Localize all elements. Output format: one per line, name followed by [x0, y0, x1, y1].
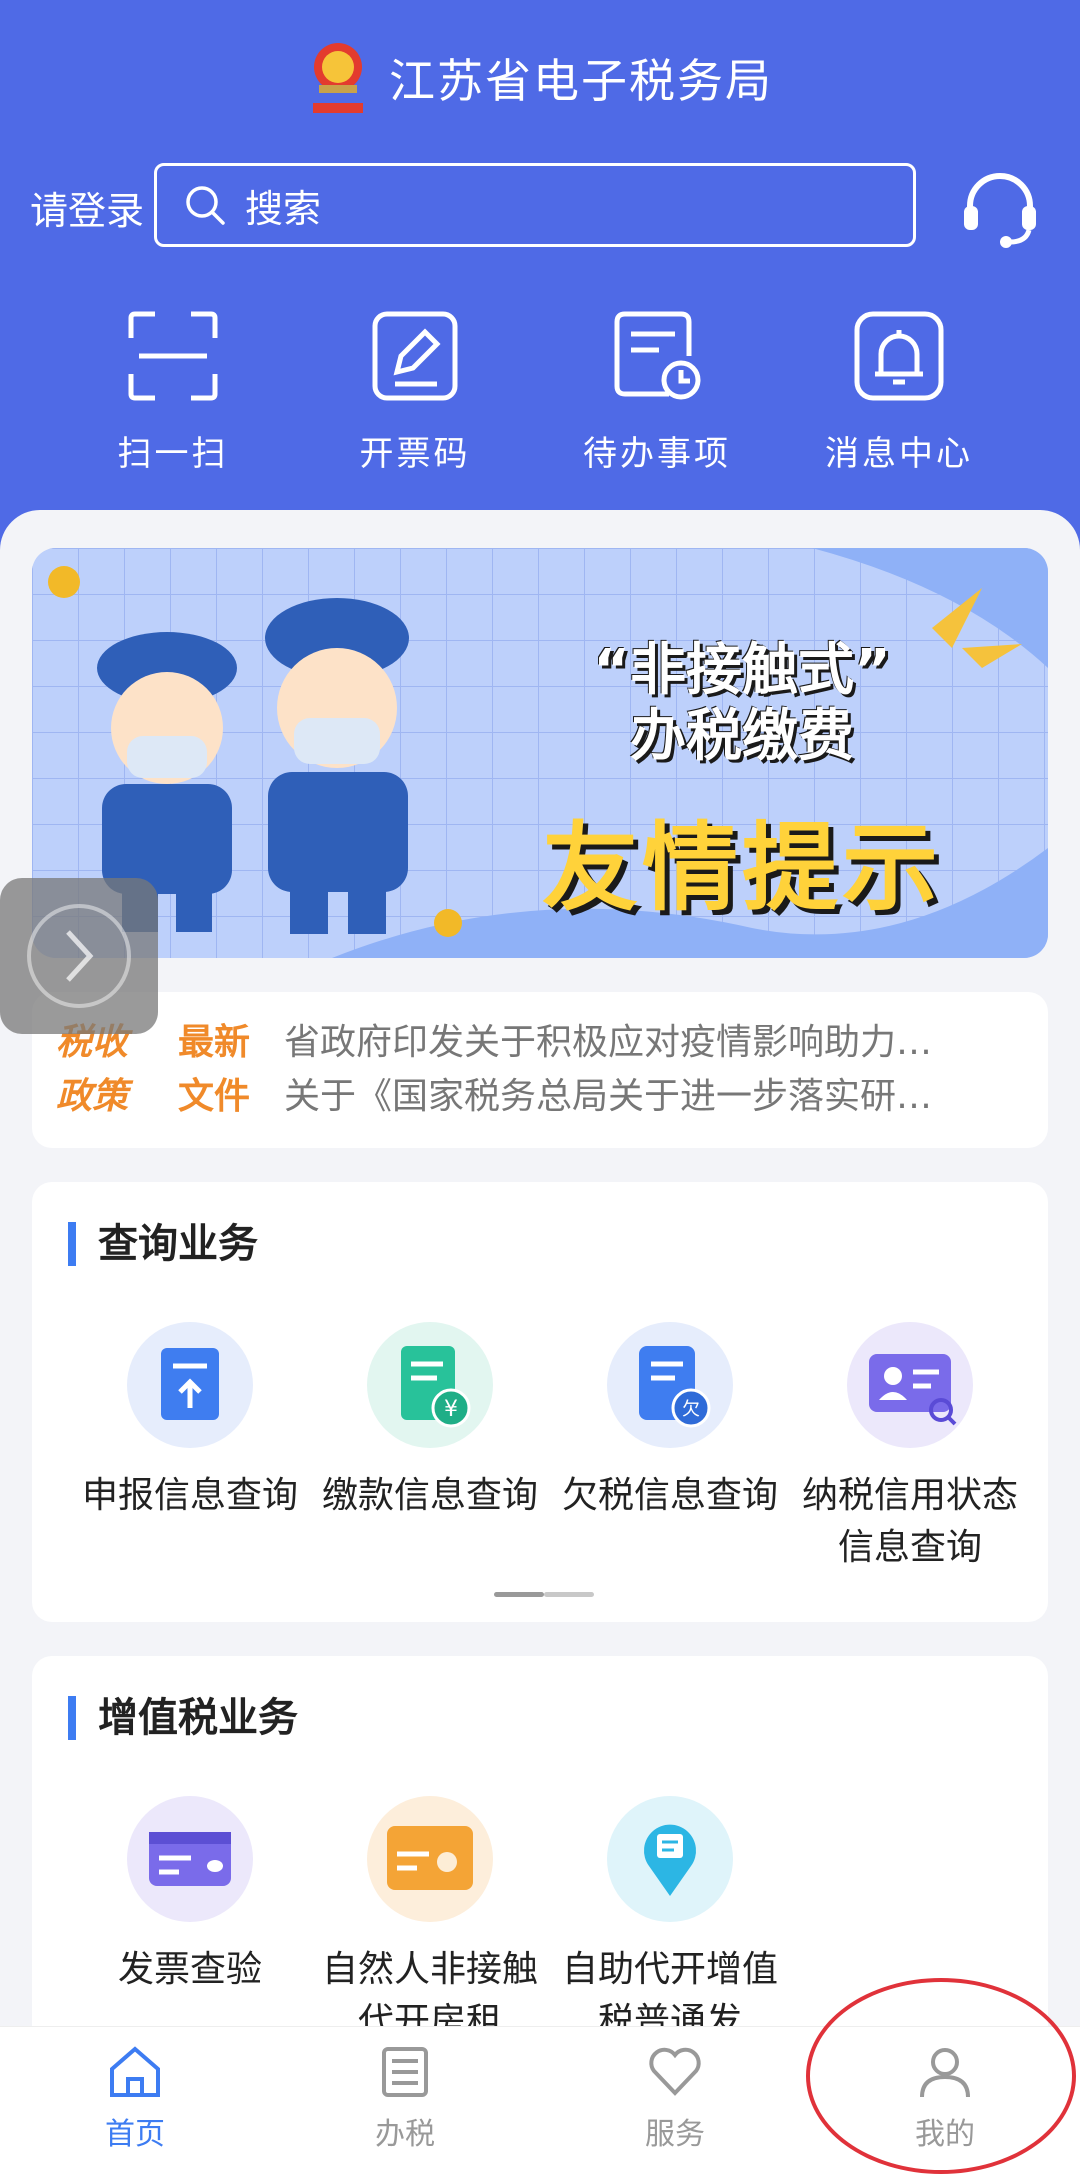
arrears-query-icon: 欠 — [607, 1322, 733, 1448]
invoice-check-icon — [127, 1796, 253, 1922]
section-title: 查询业务 — [68, 1222, 258, 1266]
news-item[interactable]: 关于《国家税务总局关于进一步落实研… — [284, 1070, 1024, 1124]
latest-files-tag: 最新 文件 — [178, 1022, 251, 1117]
query-grid: 申报信息查询 ¥ 缴款信息查询 欠 欠税信息查询 纳税信用状态信息查询 — [32, 1322, 1048, 1574]
query-item-label: 欠税信息查询 — [562, 1475, 779, 1516]
banner-text: “非接触式” 办税缴费 友情提示 — [482, 638, 1002, 929]
vat-item-self-invoice[interactable]: 自助代开增值税普通发 — [550, 1796, 790, 2048]
vat-item-label: 发票查验 — [117, 1949, 262, 1990]
search-icon — [186, 186, 225, 225]
quick-action-messages[interactable]: 消息中心 — [778, 300, 1020, 475]
main-content: “非接触式” 办税缴费 友情提示 税收 政策 最新 文件 省政府印发关于积极应对… — [0, 510, 1080, 2056]
customer-service-icon[interactable] — [960, 168, 1040, 248]
promo-banner[interactable]: “非接触式” 办税缴费 友情提示 — [32, 548, 1048, 958]
news-list: 省政府印发关于积极应对疫情影响助力… 关于《国家税务总局关于进一步落实研… — [284, 1016, 1024, 1124]
rent-invoice-icon — [367, 1796, 493, 1922]
title-row: 江苏省电子税务局 — [0, 38, 1080, 118]
login-link[interactable]: 请登录 — [30, 180, 144, 235]
scan-icon — [125, 308, 221, 404]
query-item-credit[interactable]: 纳税信用状态信息查询 — [790, 1322, 1030, 1574]
quick-actions: 扫一扫 开票码 待办事项 消息中心 — [0, 300, 1080, 475]
query-item-label: 纳税信用状态信息查询 — [802, 1475, 1019, 1568]
home-icon — [106, 2043, 164, 2101]
todo-clock-icon — [609, 308, 705, 404]
page-indicator — [494, 1582, 598, 1597]
quick-action-label: 待办事项 — [583, 434, 731, 474]
tab-label: 办税 — [375, 2117, 435, 2152]
quick-action-invoice-code[interactable]: 开票码 — [294, 300, 536, 475]
svg-text:¥: ¥ — [444, 1397, 458, 1422]
quick-action-label: 消息中心 — [825, 434, 973, 474]
search-placeholder: 搜索 — [245, 186, 322, 231]
tab-tax[interactable]: 办税 — [270, 2027, 540, 2179]
floating-assistive-button[interactable] — [0, 878, 158, 1034]
banner-line-1: “非接触式” — [593, 638, 891, 703]
tab-service[interactable]: 服务 — [540, 2027, 810, 2179]
chevron-right-icon — [27, 904, 131, 1008]
tab-label: 服务 — [645, 2117, 705, 2152]
query-item-payment[interactable]: ¥ 缴款信息查询 — [310, 1322, 550, 1574]
app-header: 江苏省电子税务局 请登录 搜索 扫一扫 开票码 待办事项 消息中心 — [0, 0, 1080, 560]
quick-action-todo[interactable]: 待办事项 — [536, 300, 778, 475]
quick-action-label: 扫一扫 — [117, 434, 229, 474]
query-item-label: 申报信息查询 — [82, 1475, 299, 1516]
annotation-circle — [806, 1978, 1076, 2174]
edit-icon — [367, 308, 463, 404]
tax-emblem-icon — [307, 39, 369, 117]
payment-query-icon: ¥ — [367, 1322, 493, 1448]
query-item-declare[interactable]: 申报信息查询 — [70, 1322, 310, 1574]
news-ticker[interactable]: 税收 政策 最新 文件 省政府印发关于积极应对疫情影响助力… 关于《国家税务总局… — [32, 992, 1048, 1148]
page-dot-active — [494, 1592, 544, 1597]
query-section: 查询业务 申报信息查询 ¥ 缴款信息查询 欠 欠税信息查询 纳税信用状态信息查询 — [32, 1182, 1048, 1622]
tab-home[interactable]: 首页 — [0, 2027, 270, 2179]
page-dot — [544, 1592, 594, 1597]
query-item-arrears[interactable]: 欠 欠税信息查询 — [550, 1322, 790, 1574]
tab-label: 首页 — [105, 2117, 165, 2152]
quick-action-label: 开票码 — [359, 434, 471, 474]
svg-text:欠: 欠 — [682, 1399, 700, 1420]
vat-item-invoice-check[interactable]: 发票查验 — [70, 1796, 310, 2048]
heart-icon — [646, 2043, 704, 2101]
section-title: 增值税业务 — [68, 1696, 298, 1740]
quick-action-scan[interactable]: 扫一扫 — [52, 300, 294, 475]
page-title: 江苏省电子税务局 — [389, 54, 773, 108]
vat-item-rent-invoice[interactable]: 自然人非接触代开房租 — [310, 1796, 550, 2048]
bell-icon — [851, 308, 947, 404]
credit-query-icon — [847, 1322, 973, 1448]
declare-query-icon — [127, 1322, 253, 1448]
banner-line-2: 办税缴费 — [630, 704, 854, 769]
list-icon — [376, 2043, 434, 2101]
self-invoice-icon — [607, 1796, 733, 1922]
news-item[interactable]: 省政府印发关于积极应对疫情影响助力… — [284, 1016, 1024, 1070]
search-input[interactable]: 搜索 — [154, 163, 916, 247]
query-item-label: 缴款信息查询 — [322, 1475, 539, 1516]
banner-line-3: 友情提示 — [542, 812, 942, 924]
